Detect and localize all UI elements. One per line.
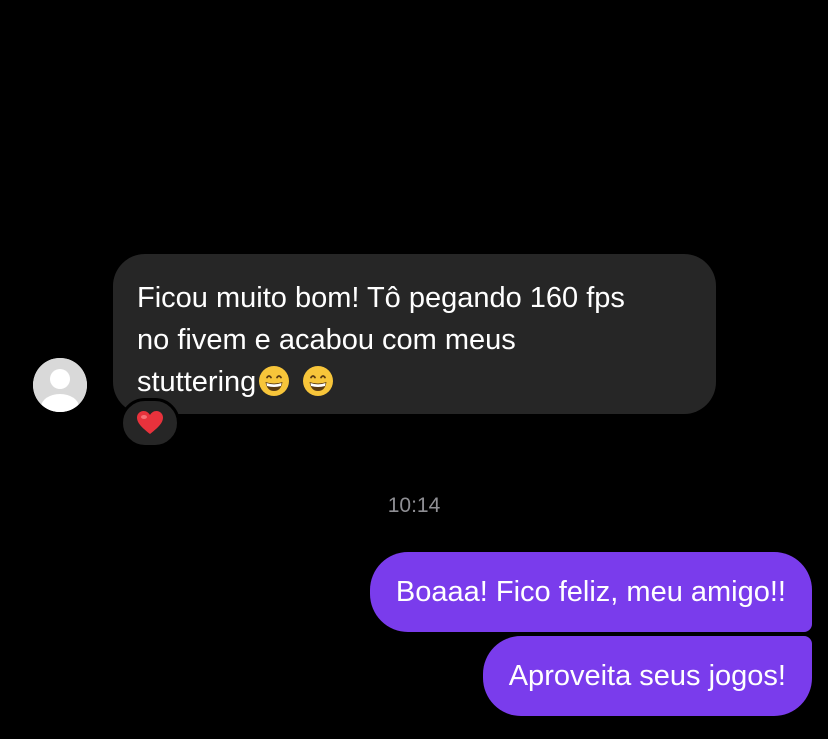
grinning-face-emoji-icon: [303, 366, 334, 396]
grinning-face-emoji-icon: [259, 366, 290, 396]
reaction-badge[interactable]: [120, 398, 180, 448]
red-heart-icon: [137, 411, 163, 434]
incoming-message-line: no fivem e acabou com meus: [137, 324, 516, 356]
outgoing-message-bubble[interactable]: Aproveita seus jogos!: [482, 636, 812, 716]
message-timestamp: 10:14: [387, 494, 441, 517]
incoming-message-line: stuttering: [137, 361, 692, 403]
outgoing-message-bubble[interactable]: Boaaa! Fico feliz, meu amigo!!: [369, 552, 812, 632]
default-profile-icon: [33, 358, 87, 412]
avatar[interactable]: [33, 358, 87, 412]
incoming-message-line: Ficou muito bom! Tô pegando 160 fps: [137, 282, 625, 314]
incoming-message-bubble[interactable]: Ficou muito bom! Tô pegando 160 fps no f…: [113, 254, 716, 414]
incoming-message-text: stuttering: [137, 366, 257, 398]
